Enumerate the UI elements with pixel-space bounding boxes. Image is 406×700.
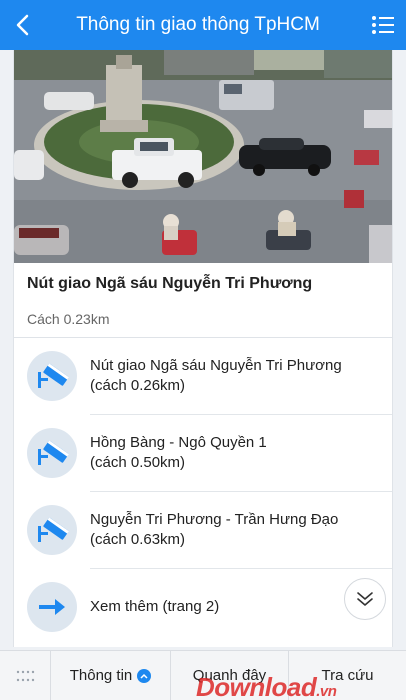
camera-icon (38, 440, 69, 465)
camera-icon (38, 517, 69, 542)
see-more-label: Xem thêm (trang 2) (90, 598, 220, 615)
page-title: Thông tin giao thông TpHCM (76, 14, 320, 35)
chevron-up-icon (137, 668, 152, 683)
camera-icon-circle (27, 428, 77, 478)
camera-snapshot[interactable] (14, 50, 392, 263)
camera-distance-label: (cách 0.50km) (90, 454, 186, 471)
camera-icon (38, 363, 69, 388)
camera-name: Nút giao Ngã sáu Nguyễn Tri Phương (90, 357, 342, 374)
dots-grid-icon (16, 670, 35, 681)
chevron-left-icon (16, 14, 29, 36)
camera-list-text: Nút giao Ngã sáu Nguyễn Tri Phương (cách… (90, 356, 380, 396)
scroll-down-button[interactable] (344, 578, 386, 620)
camera-name: Hồng Bàng - Ngô Quyền 1 (90, 434, 267, 451)
camera-distance: Cách 0.23km (27, 311, 110, 327)
drag-handle[interactable] (0, 651, 50, 700)
double-chevron-down-icon (357, 592, 373, 606)
camera-distance-label: (cách 0.63km) (90, 531, 186, 548)
camera-card: Nút giao Ngã sáu Nguyễn Tri Phương Cách … (13, 50, 393, 647)
app-header: Thông tin giao thông TpHCM (0, 0, 406, 50)
camera-title: Nút giao Ngã sáu Nguyễn Tri Phương (27, 275, 313, 292)
camera-distance-label: (cách 0.26km) (90, 377, 186, 394)
download-watermark: Download.vn (196, 672, 337, 700)
list-menu-icon (372, 16, 394, 34)
camera-list-text: Hồng Bàng - Ngô Quyền 1 (cách 0.50km) (90, 433, 380, 473)
back-button[interactable] (0, 0, 44, 50)
menu-button[interactable] (360, 0, 406, 50)
watermark-text: Download (196, 672, 317, 700)
tab-info[interactable]: Thông tin (50, 650, 170, 700)
tab-info-label: Thông tin (69, 667, 133, 684)
camera-icon-circle (27, 351, 77, 401)
arrow-right-icon (39, 599, 65, 615)
traffic-photo (14, 50, 392, 263)
camera-icon-circle (27, 505, 77, 555)
camera-name: Nguyễn Tri Phương - Trần Hưng Đạo (90, 511, 339, 528)
camera-list-item[interactable]: Hồng Bàng - Ngô Quyền 1 (cách 0.50km) (14, 415, 392, 491)
camera-list-text: Nguyễn Tri Phương - Trần Hưng Đạo (cách … (90, 510, 380, 550)
watermark-suffix: .vn (316, 683, 337, 700)
arrow-icon-circle (27, 582, 77, 632)
camera-list-item[interactable]: Nguyễn Tri Phương - Trần Hưng Đạo (cách … (14, 492, 392, 568)
camera-list-item[interactable]: Nút giao Ngã sáu Nguyễn Tri Phương (cách… (14, 338, 392, 414)
see-more-item[interactable]: Xem thêm (trang 2) (14, 569, 392, 645)
